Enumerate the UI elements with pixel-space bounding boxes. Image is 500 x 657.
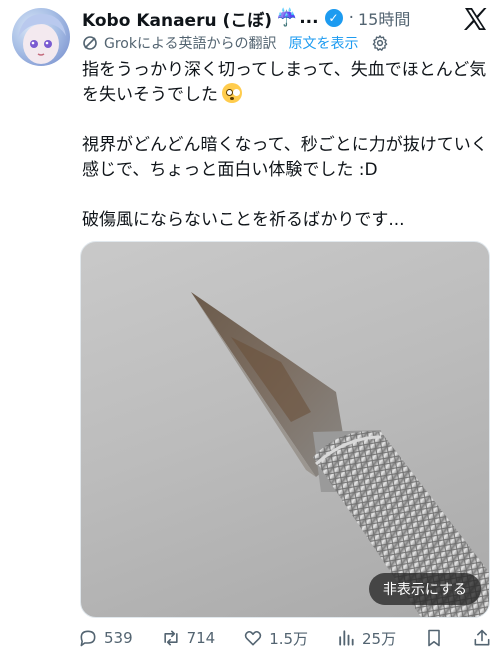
header-separator: · — [348, 8, 354, 28]
flushed-face-emoji — [222, 83, 242, 103]
repost-icon — [163, 630, 178, 646]
tweet-paragraph-3: 破傷風にならないことを祈るばかりです... — [82, 210, 405, 230]
umbrella-emoji: ☔️ — [276, 8, 298, 28]
tweet-paragraph-1: 指をうっかり深く切ってしまって、失血でほとんど気を失いそうでした — [82, 58, 492, 108]
tweet-header: Kobo Kanaeru (こぼ) ☔️ ... ✓ · 15時間 — [82, 6, 410, 31]
translate-icon — [83, 36, 97, 50]
timestamp[interactable]: 15時間 — [358, 6, 410, 30]
like-count: 1.5万 — [269, 629, 309, 648]
tweet-paragraph-gap — [82, 183, 492, 208]
name-ellipsis: ... — [299, 8, 319, 28]
like-button[interactable]: 1.5万 — [243, 628, 308, 649]
hobby-knife-photo — [191, 292, 489, 617]
translation-note: Grokによる英語からの翻訳 — [104, 36, 277, 52]
tweet-text: 指をうっかり深く切ってしまって、失血でほとんど気を失いそうでした 視界がどんどん… — [82, 58, 492, 233]
translation-bar: Grokによる英語からの翻訳 原文を表示 — [82, 32, 389, 54]
repost-button[interactable]: 714 — [161, 628, 216, 648]
verified-badge-icon: ✓ — [324, 9, 343, 27]
heart-icon — [245, 630, 262, 646]
bookmark-icon — [428, 629, 440, 647]
avatar[interactable] — [12, 8, 70, 66]
repost-count: 714 — [186, 629, 216, 647]
views-count: 25万 — [362, 629, 397, 648]
author-name[interactable]: Kobo Kanaeru (こぼ) — [82, 6, 272, 31]
tweet-paragraph-1-text: 指をうっかり深く切ってしまって、失血でほとんど気を失いそうでした — [82, 60, 487, 105]
views-button[interactable]: 25万 — [336, 628, 396, 649]
tweet-media-image[interactable]: 非表示にする — [80, 241, 490, 618]
reply-count: 539 — [104, 629, 133, 647]
avatar-illustration — [18, 14, 66, 64]
reply-button[interactable]: 539 — [78, 628, 133, 648]
tweet-paragraph-2: 視界がどんどん暗くなって、秒ごとに力が抜けていく感じで、ちょっと面白い体験でした… — [82, 135, 488, 180]
bar-chart-icon — [339, 630, 354, 646]
hide-media-button[interactable]: 非表示にする — [368, 573, 481, 605]
bookmark-button[interactable] — [424, 628, 444, 648]
tweet-actions: 539 714 1.5万 25万 — [78, 624, 492, 652]
reply-icon — [80, 630, 96, 647]
tweet-paragraph-gap — [82, 108, 492, 133]
gear-icon[interactable] — [371, 34, 389, 52]
show-original-link[interactable]: 原文を表示 — [289, 33, 359, 53]
share-icon — [474, 629, 490, 646]
x-logo-icon[interactable] — [460, 4, 490, 34]
share-button[interactable] — [472, 628, 492, 648]
